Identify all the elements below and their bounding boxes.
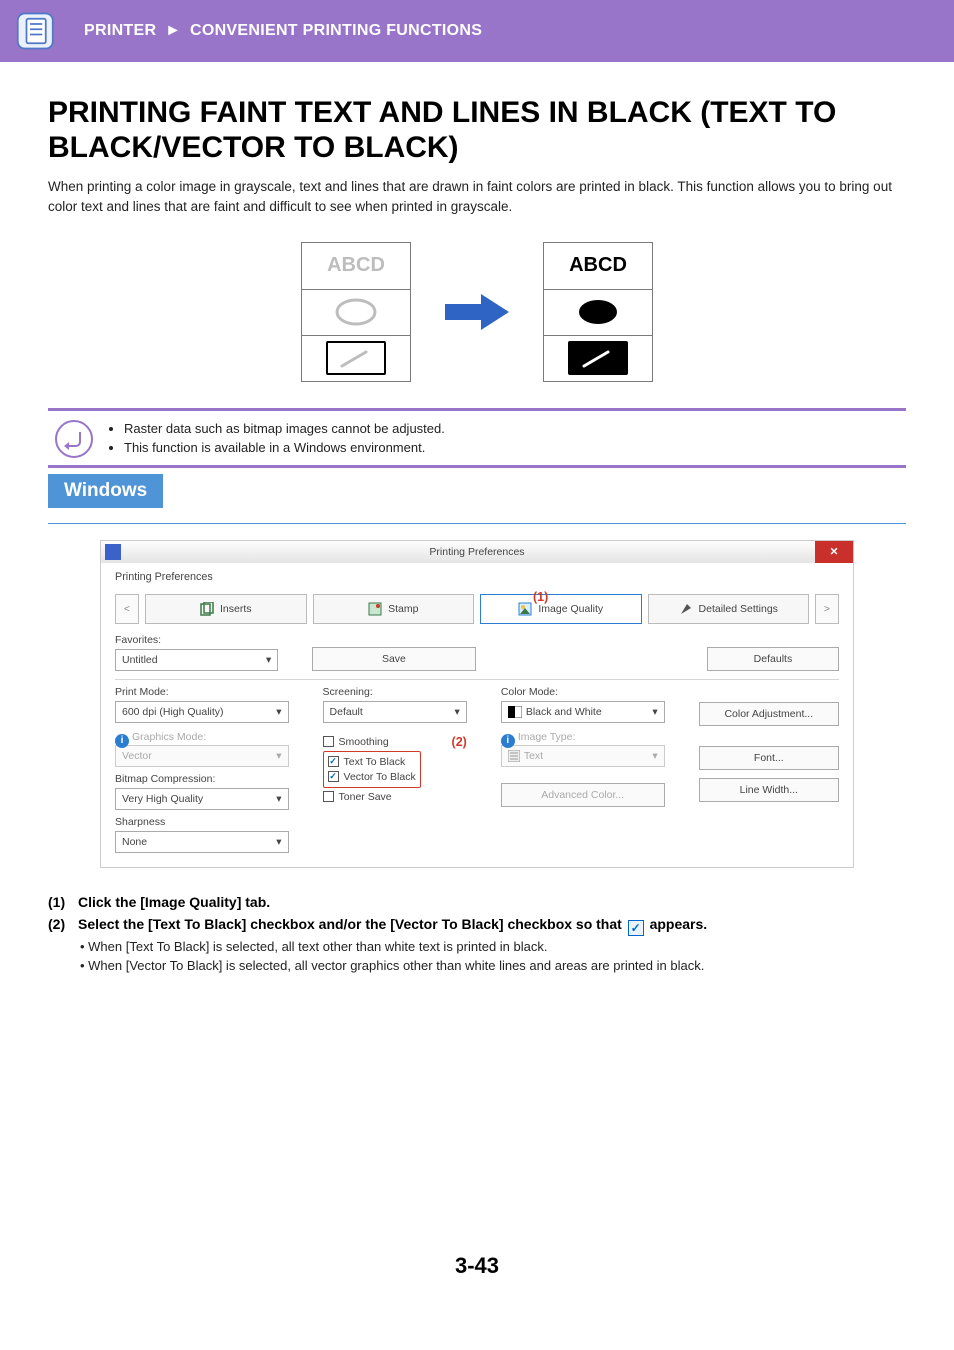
- info-icon: i: [501, 734, 515, 748]
- print-mode-label: Print Mode:: [115, 686, 289, 698]
- chevron-down-icon: ▾: [266, 654, 271, 666]
- color-mode-label: Color Mode:: [501, 686, 665, 698]
- defaults-button[interactable]: Defaults: [707, 647, 839, 671]
- chevron-down-icon: ▾: [276, 750, 281, 762]
- window-title: Printing Preferences: [429, 546, 524, 558]
- after-panel: ABCD: [543, 242, 653, 382]
- note-item: Raster data such as bitmap images cannot…: [124, 421, 445, 436]
- after-text: ABCD: [544, 243, 652, 289]
- info-return-icon: [54, 419, 94, 459]
- tab-inserts[interactable]: Inserts: [145, 594, 307, 624]
- tab-detailed-settings[interactable]: Detailed Settings: [648, 594, 810, 624]
- breadcrumb: PRINTER ► CONVENIENT PRINTING FUNCTIONS: [84, 22, 482, 40]
- breadcrumb-arrow-icon: ►: [165, 22, 181, 39]
- sharpness-dropdown[interactable]: None▾: [115, 831, 289, 853]
- step-number: (1): [48, 894, 78, 910]
- font-button[interactable]: Font...: [699, 746, 839, 770]
- image-type-dropdown: Text▾: [501, 745, 665, 767]
- step-text: Click the [Image Quality] tab.: [78, 894, 270, 910]
- image-type-label: Image Type:: [518, 731, 576, 743]
- chevron-down-icon: ▾: [652, 750, 657, 762]
- window-titlebar: Printing Preferences ✕: [101, 541, 853, 563]
- before-panel: ABCD: [301, 242, 411, 382]
- toner-save-checkbox[interactable]: Toner Save: [323, 791, 467, 803]
- section-divider: [48, 465, 906, 468]
- vector-to-black-checkbox[interactable]: ✓Vector To Black: [328, 771, 416, 783]
- sharpness-label: Sharpness: [115, 816, 289, 828]
- info-icon: i: [115, 734, 129, 748]
- step-number: (2): [48, 916, 78, 933]
- page-header: PRINTER ► CONVENIENT PRINTING FUNCTIONS: [0, 0, 954, 62]
- illustration: ABCD ABCD: [48, 242, 906, 382]
- chevron-down-icon: ▾: [455, 706, 460, 718]
- steps-list: (1) Click the [Image Quality] tab. (2) S…: [0, 894, 954, 973]
- note-item: This function is available in a Windows …: [124, 440, 445, 455]
- checked-checkbox-icon: ✓: [628, 920, 644, 936]
- intro-paragraph: When printing a color image in grayscale…: [48, 177, 906, 218]
- color-mode-dropdown[interactable]: Black and White▾: [501, 701, 665, 723]
- tab-scroll-right[interactable]: >: [815, 594, 839, 624]
- screening-label: Screening:: [323, 686, 467, 698]
- callout-1: (1): [533, 590, 548, 604]
- favorites-label: Favorites:: [115, 634, 278, 646]
- page-title: PRINTING FAINT TEXT AND LINES IN BLACK (…: [48, 96, 906, 165]
- dialog-tab-label: Printing Preferences: [115, 571, 839, 583]
- line-width-button[interactable]: Line Width...: [699, 778, 839, 802]
- breadcrumb-section[interactable]: CONVENIENT PRINTING FUNCTIONS: [190, 22, 482, 39]
- tab-scroll-left[interactable]: <: [115, 594, 139, 624]
- windows-tag: Windows: [48, 474, 906, 508]
- transform-arrow-icon: [445, 292, 509, 332]
- advanced-color-button: Advanced Color...: [501, 783, 665, 807]
- step-text: Select the [Text To Black] checkbox and/…: [78, 916, 626, 932]
- windows-divider: [48, 523, 906, 524]
- print-mode-dropdown[interactable]: 600 dpi (High Quality)▾: [115, 701, 289, 723]
- breadcrumb-printer[interactable]: PRINTER: [84, 22, 156, 39]
- bitmap-compression-dropdown[interactable]: Very High Quality▾: [115, 788, 289, 810]
- chevron-down-icon: ▾: [276, 836, 281, 848]
- save-button[interactable]: Save: [312, 647, 475, 671]
- substep: • When [Vector To Black] is selected, al…: [80, 958, 906, 973]
- substep: • When [Text To Black] is selected, all …: [80, 939, 906, 954]
- screening-dropdown[interactable]: Default▾: [323, 701, 467, 723]
- chevron-down-icon: ▾: [276, 793, 281, 805]
- color-adjustment-button[interactable]: Color Adjustment...: [699, 702, 839, 726]
- favorites-dropdown[interactable]: Untitled▾: [115, 649, 278, 671]
- highlighted-group: ✓Text To Black ✓Vector To Black: [323, 751, 421, 788]
- tab-image-quality[interactable]: Image Quality: [480, 594, 642, 624]
- step-text: appears.: [650, 916, 708, 932]
- graphics-mode-label: Graphics Mode:: [132, 731, 206, 743]
- chevron-down-icon: ▾: [276, 706, 281, 718]
- smoothing-checkbox[interactable]: Smoothing: [323, 736, 389, 748]
- text-to-black-checkbox[interactable]: ✓Text To Black: [328, 756, 416, 768]
- graphics-mode-dropdown: Vector▾: [115, 745, 289, 767]
- chevron-down-icon: ▾: [652, 706, 657, 718]
- window-close-button[interactable]: ✕: [815, 541, 853, 563]
- notes-block: Raster data such as bitmap images cannot…: [0, 411, 954, 465]
- before-text: ABCD: [302, 243, 410, 289]
- tab-stamp[interactable]: Stamp: [313, 594, 475, 624]
- screenshot-printing-preferences: Printing Preferences ✕ Printing Preferen…: [100, 540, 854, 868]
- printer-section-icon: [10, 4, 64, 58]
- callout-2: (2): [452, 735, 467, 749]
- page-number: 3-43: [0, 1253, 954, 1279]
- app-icon: [105, 544, 121, 560]
- bitmap-compression-label: Bitmap Compression:: [115, 773, 289, 785]
